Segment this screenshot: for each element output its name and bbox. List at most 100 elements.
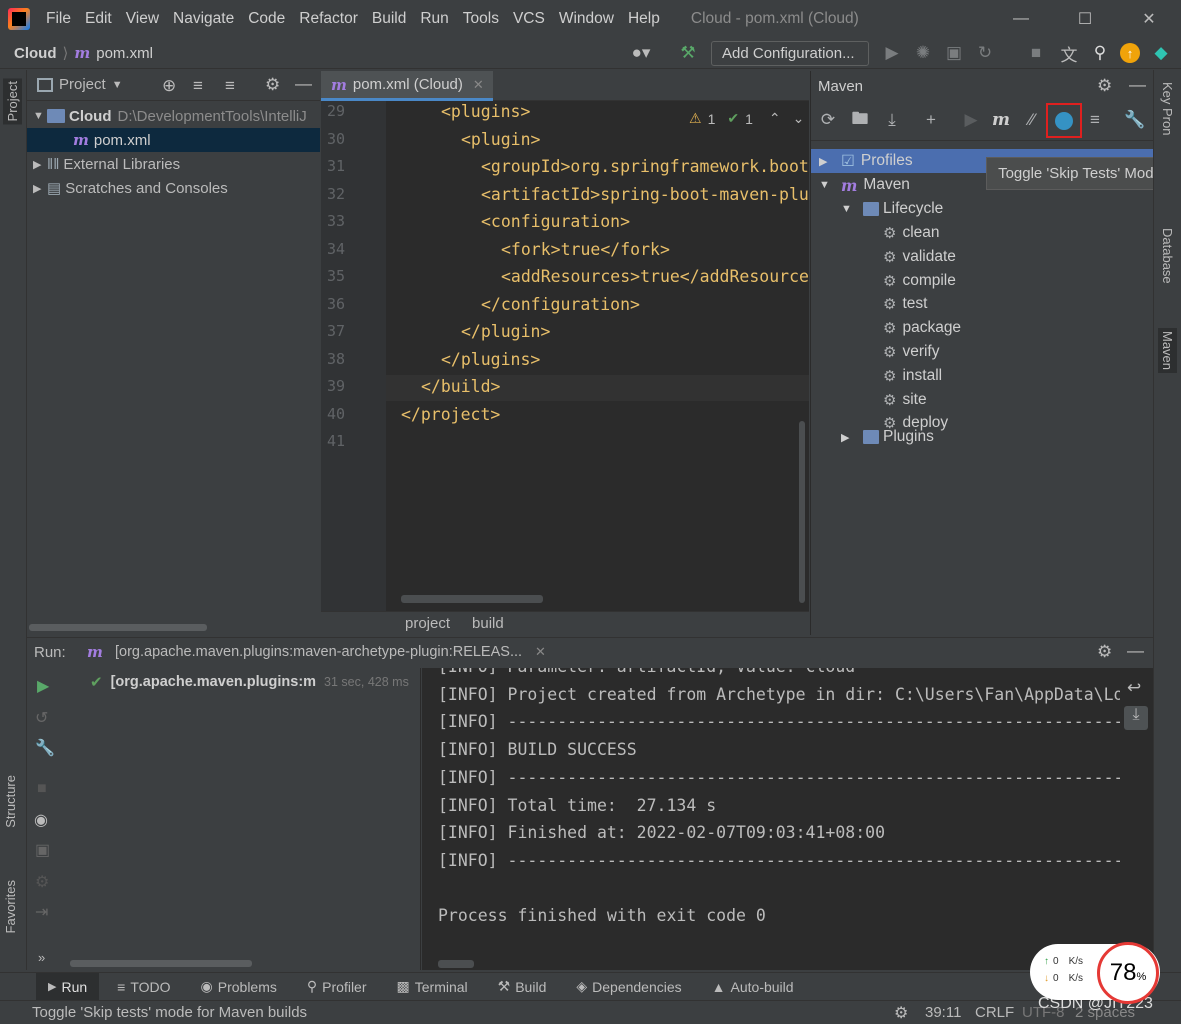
close-tab-icon[interactable]: ✕	[535, 644, 546, 660]
menu-tools[interactable]: Tools	[456, 10, 506, 28]
stop-icon[interactable]: ■	[37, 780, 47, 798]
project-panel-title[interactable]: Project	[59, 76, 106, 93]
run-icon[interactable]: ▶	[881, 42, 903, 64]
run-tree-node[interactable]: ✔ [org.apache.maven.plugins:m 31 sec, 42…	[90, 673, 409, 691]
eye-icon[interactable]: ◉	[34, 810, 48, 830]
hide-panel-icon[interactable]: —	[1127, 641, 1144, 661]
maximize-button[interactable]: ☐	[1053, 0, 1117, 38]
close-button[interactable]: ✕	[1117, 0, 1181, 38]
user-icon[interactable]: ●▾	[630, 42, 652, 64]
tree-node-scratches[interactable]: ▶ ▤ Scratches and Consoles	[27, 176, 320, 200]
console-output[interactable]: [INFO] Parameter: artifactId, Value: clo…	[422, 668, 1120, 970]
crumb-project[interactable]: Cloud	[14, 45, 57, 62]
toolwindow-dependencies[interactable]: ◈ Dependencies	[564, 973, 693, 1001]
close-tab-icon[interactable]: ✕	[473, 77, 484, 93]
scroll-to-end-icon[interactable]: ⤓	[1124, 706, 1148, 730]
editor-vertical-scrollbar[interactable]	[799, 421, 805, 603]
menu-build[interactable]: Build	[365, 10, 413, 28]
lifecycle-goal-test[interactable]: ⚙ test	[883, 292, 927, 316]
menu-refactor[interactable]: Refactor	[292, 10, 365, 28]
toolwindow-autobuild[interactable]: ▲ Auto-build	[700, 973, 806, 1001]
plugin-icon[interactable]: ◆	[1150, 42, 1172, 64]
tree-node-root[interactable]: ▼ Cloud D:\DevelopmentTools\IntelliJ	[27, 104, 320, 128]
console-scrollbar[interactable]	[438, 960, 474, 968]
run-goal-icon[interactable]: ▶	[958, 107, 984, 133]
breadcrumb-build[interactable]: build	[472, 615, 504, 632]
download-icon[interactable]: ⤓	[879, 107, 905, 133]
exit-icon[interactable]: ⇥	[35, 902, 48, 922]
toolwindow-profiler[interactable]: ⚲ Profiler	[295, 973, 379, 1001]
lifecycle-goal-package[interactable]: ⚙ package	[883, 316, 961, 340]
collapse-all-icon[interactable]: ≡	[225, 76, 235, 96]
background-tasks-icon[interactable]: ⚙	[894, 1003, 908, 1023]
key-promoter-tool-tab[interactable]: Key Pron	[1160, 82, 1175, 172]
settings-gear-icon[interactable]: ⚙	[1097, 642, 1112, 662]
run-config-tab[interactable]: [org.apache.maven.plugins:maven-archetyp…	[115, 644, 522, 660]
breadcrumb-project[interactable]: project	[405, 615, 450, 632]
collapse-all-icon[interactable]: ≡	[1082, 107, 1108, 133]
generate-sources-icon[interactable]: 🖿	[847, 107, 873, 133]
camera-icon[interactable]: ▣	[35, 840, 50, 860]
rerun-icon[interactable]: ▶	[37, 676, 49, 696]
editor-horizontal-scrollbar[interactable]	[401, 595, 543, 603]
rerun-failed-icon[interactable]: ↺	[35, 708, 48, 728]
lifecycle-goal-verify[interactable]: ⚙ verify	[883, 340, 940, 364]
horizontal-scrollbar[interactable]	[29, 624, 207, 631]
search-icon[interactable]: ⚲	[1089, 42, 1111, 64]
lifecycle-goal-validate[interactable]: ⚙ validate	[883, 245, 956, 269]
menu-file[interactable]: File	[39, 10, 78, 28]
minimize-button[interactable]: —	[989, 0, 1053, 38]
memory-percent-badge[interactable]: 78%	[1097, 942, 1159, 1004]
translate-icon[interactable]: 文	[1058, 42, 1080, 65]
locate-icon[interactable]: ⊕	[162, 76, 176, 96]
toolwindow-terminal[interactable]: ▩ Terminal	[385, 973, 480, 1001]
toolwindow-problems[interactable]: ◉ Problems	[189, 973, 289, 1001]
project-tool-tab[interactable]: Project	[3, 78, 22, 125]
menu-navigate[interactable]: Navigate	[166, 10, 241, 28]
wrench-icon[interactable]: 🔧	[35, 738, 55, 758]
chevron-up-icon[interactable]: ⌃	[769, 110, 781, 127]
wrench-icon[interactable]: 🔧	[1122, 107, 1148, 133]
chevron-down-icon[interactable]: ⌄	[793, 110, 805, 127]
stop-icon[interactable]: ■	[1025, 42, 1047, 64]
run-tree-scrollbar[interactable]	[70, 960, 252, 967]
settings-gear-icon[interactable]: ⚙	[35, 872, 49, 892]
menu-code[interactable]: Code	[241, 10, 292, 28]
structure-tool-tab[interactable]: Structure	[3, 775, 18, 828]
hide-panel-icon[interactable]: —	[1129, 75, 1146, 95]
profile-icon[interactable]: ↻	[974, 42, 996, 64]
menu-window[interactable]: Window	[552, 10, 621, 28]
crumb-file[interactable]: pom.xml	[96, 45, 153, 62]
execute-maven-goal-icon[interactable]: m	[988, 107, 1014, 133]
soft-wrap-icon[interactable]: ↩	[1127, 678, 1141, 698]
code-editor[interactable]: 29 <plugins> 30 <plugin> 31 <groupId>org.spri…	[321, 101, 809, 611]
database-tool-tab[interactable]: Database	[1160, 228, 1175, 284]
maven-node-root[interactable]: ▼ m Maven	[819, 173, 910, 197]
expand-all-icon[interactable]: ≡	[193, 76, 203, 96]
settings-gear-icon[interactable]: ⚙	[1097, 76, 1112, 96]
lifecycle-goal-site[interactable]: ⚙ site	[883, 388, 927, 412]
editor-tab-pom[interactable]: m pom.xml (Cloud) ✕	[321, 71, 493, 101]
menu-vcs[interactable]: VCS	[506, 10, 552, 28]
lifecycle-goal-compile[interactable]: ⚙ compile	[883, 269, 956, 293]
toolwindow-build[interactable]: ⚒ Build	[486, 973, 559, 1001]
menu-edit[interactable]: Edit	[78, 10, 119, 28]
caret-position[interactable]: 39:11	[925, 1004, 961, 1021]
update-icon[interactable]: ↑	[1120, 43, 1140, 63]
line-separator[interactable]: CRLF	[975, 1004, 1014, 1021]
toolwindow-todo[interactable]: ≡ TODO	[105, 973, 182, 1001]
menu-run[interactable]: Run	[413, 10, 455, 28]
reload-icon[interactable]: ⟳	[815, 107, 841, 133]
menu-help[interactable]: Help	[621, 10, 667, 28]
coverage-icon[interactable]: ▣	[943, 42, 965, 64]
toggle-skip-tests-button[interactable]	[1046, 103, 1082, 138]
dropdown-arrow-icon[interactable]: ▼	[112, 79, 123, 91]
favorites-tool-tab[interactable]: Favorites	[3, 880, 18, 933]
maven-tool-tab[interactable]: Maven	[1158, 328, 1177, 374]
debug-icon[interactable]: ✺	[912, 42, 934, 64]
tree-node-external[interactable]: ▶ ‖‖ External Libraries	[27, 152, 320, 176]
tree-node-pom[interactable]: m pom.xml	[27, 128, 320, 152]
settings-gear-icon[interactable]: ⚙	[265, 75, 280, 95]
hide-panel-icon[interactable]: —	[295, 74, 312, 94]
toolwindow-run[interactable]: ▶ Run	[36, 972, 100, 1001]
